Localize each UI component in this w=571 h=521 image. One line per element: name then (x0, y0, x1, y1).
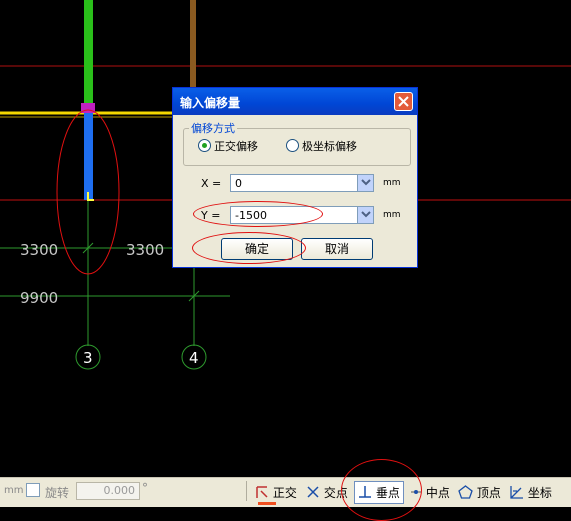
dialog-titlebar[interactable]: 输入偏移量 (173, 88, 417, 115)
close-icon (398, 96, 409, 107)
x-value: 0 (235, 177, 242, 190)
x-input[interactable]: 0 (230, 174, 374, 192)
rotate-input[interactable]: 0.000 (76, 482, 140, 500)
x-unit: mm (383, 178, 401, 188)
rotate-checkbox[interactable] (26, 483, 40, 497)
snap-vertex[interactable]: 顶点 (458, 484, 501, 501)
dim-label: 3300 (126, 241, 164, 259)
axis-label: 4 (189, 349, 199, 367)
snap-coordinate-label: 坐标 (527, 486, 552, 500)
radio-unchecked-icon (286, 139, 299, 152)
axis-label: 3 (83, 349, 93, 367)
chevron-down-icon (361, 211, 371, 218)
x-dropdown-button[interactable] (357, 175, 373, 191)
snap-orthogonal[interactable]: 正交 (255, 484, 297, 501)
separator (246, 481, 247, 501)
snap-coordinate[interactable]: 坐标 (509, 484, 552, 501)
snap-vertex-label: 顶点 (476, 486, 501, 500)
dialog-title: 输入偏移量 (180, 96, 241, 110)
snap-orthogonal-label: 正交 (272, 486, 297, 500)
radio-orthogonal[interactable]: 正交偏移 (198, 138, 258, 154)
dim-label: 9900 (20, 289, 58, 307)
rotate-value: 0.000 (103, 484, 136, 497)
coordinate-icon (510, 486, 523, 499)
radio-polar-label: 极坐标偏移 (302, 140, 357, 153)
cancel-button[interactable]: 取消 (301, 238, 373, 260)
offset-mode-label: 偏移方式 (189, 120, 237, 136)
orthogonal-icon (256, 486, 268, 498)
vertex-icon (458, 485, 473, 499)
x-label: X = (201, 177, 222, 190)
green-column (84, 0, 93, 104)
dim-label: 3300 (20, 241, 58, 259)
radio-polar[interactable]: 极坐标偏移 (286, 138, 357, 154)
brown-column (190, 0, 196, 88)
blue-wall-segment (84, 106, 93, 200)
status-bar: mm 旋转 0.000 ° 正交 交点 垂点 中点 顶点 坐标 (0, 477, 571, 507)
rotate-label: 旋转 (45, 486, 70, 500)
radio-orthogonal-label: 正交偏移 (214, 140, 258, 153)
y-dropdown-button[interactable] (357, 207, 373, 223)
annotation-ellipse (193, 201, 323, 227)
degree-symbol: ° (142, 481, 148, 495)
close-button[interactable] (394, 92, 413, 111)
radio-checked-icon (198, 139, 211, 152)
y-unit: mm (383, 210, 401, 220)
annotation-ellipse (341, 459, 422, 521)
magenta-node (81, 103, 95, 113)
chevron-down-icon (361, 179, 371, 186)
annotation-ellipse (192, 232, 306, 264)
unit-label: mm (4, 485, 24, 496)
orange-mark (258, 502, 276, 505)
snap-midpoint-label: 中点 (425, 486, 450, 500)
intersection-icon (307, 486, 319, 498)
